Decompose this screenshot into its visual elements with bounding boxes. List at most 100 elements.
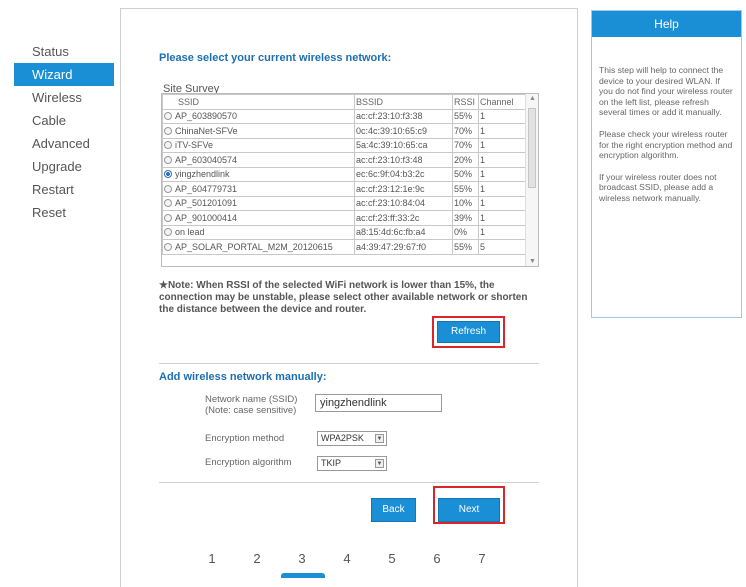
ssid-label-line1: Network name (SSID) xyxy=(205,394,298,405)
encryption-method-select[interactable]: WPA2PSK ▼ xyxy=(317,431,387,446)
ssid-cell-text: on lead xyxy=(175,227,205,238)
scroll-down-icon[interactable]: ▼ xyxy=(529,258,536,265)
nav-item-status[interactable]: Status xyxy=(14,40,114,63)
scroll-up-icon[interactable]: ▲ xyxy=(529,95,536,102)
channel-cell-text: 1 xyxy=(480,140,486,151)
network-radio[interactable] xyxy=(164,155,172,164)
network-radio[interactable] xyxy=(164,184,172,193)
bssid-cell: a4:39:47:29:67:f0 xyxy=(354,239,453,255)
bssid-cell: a8:15:4d:6c:fb:a4 xyxy=(354,224,453,240)
chevron-down-icon[interactable]: ▼ xyxy=(375,459,384,468)
rssi-cell: 55% xyxy=(452,239,479,255)
ssid-input[interactable] xyxy=(315,394,442,412)
bssid-cell: ac:cf:23:10:f3:48 xyxy=(354,152,453,168)
network-radio[interactable] xyxy=(164,242,172,251)
site-survey-table[interactable]: SSID BSSID RSSI Channel AP_603890570 ac:c… xyxy=(161,93,539,267)
ssid-cell[interactable]: AP_901000414 xyxy=(162,210,355,226)
table-row[interactable]: AP_603040574 ac:cf:23:10:f3:48 20% 1 xyxy=(162,152,528,168)
ssid-label: Network name (SSID) (Note: case sensitiv… xyxy=(205,394,297,416)
table-row[interactable]: on lead a8:15:4d:6c:fb:a4 0% 1 xyxy=(162,224,528,240)
network-radio[interactable] xyxy=(164,141,172,150)
bssid-cell-text: ac:cf:23:10:84:04 xyxy=(356,198,426,209)
refresh-button[interactable]: Refresh xyxy=(437,321,500,343)
nav-item-wizard[interactable]: Wizard xyxy=(14,63,114,86)
nav-item-wireless[interactable]: Wireless xyxy=(14,86,114,109)
table-row[interactable]: yingzhendlink ec:6c:9f:04:b3:2c 50% 1 xyxy=(162,166,528,182)
channel-cell-text: 1 xyxy=(480,169,486,180)
help-paragraph-2: Please check your wireless router for th… xyxy=(599,128,733,161)
rssi-cell-text: 0% xyxy=(454,227,468,238)
rssi-cell: 55% xyxy=(452,181,479,197)
bssid-cell: ac:cf:23:10:84:04 xyxy=(354,195,453,211)
ssid-cell[interactable]: ChinaNet-SFVe xyxy=(162,123,355,139)
nav-item-upgrade[interactable]: Upgrade xyxy=(14,155,114,178)
ssid-cell-text: AP_603040574 xyxy=(175,154,238,165)
table-row[interactable]: AP_901000414 ac:cf:23:ff:33:2c 39% 1 xyxy=(162,210,528,226)
rssi-cell-text: 55% xyxy=(454,111,473,122)
help-body: This step will help to connect the devic… xyxy=(592,37,741,204)
network-table: SSID BSSID RSSI Channel AP_603890570 ac:c… xyxy=(162,94,528,255)
ssid-cell-text: ChinaNet-SFVe xyxy=(175,125,238,136)
channel-cell: 1 xyxy=(478,210,528,226)
channel-cell: 1 xyxy=(478,108,528,124)
chevron-down-icon[interactable]: ▼ xyxy=(375,434,384,443)
ssid-cell-text: AP_SOLAR_PORTAL_M2M_20120615 xyxy=(175,241,333,252)
rssi-cell: 10% xyxy=(452,195,479,211)
help-paragraph-1: This step will help to connect the devic… xyxy=(599,65,733,118)
table-header-row: SSID BSSID RSSI Channel xyxy=(162,94,528,110)
ssid-cell[interactable]: iTV-SFVe xyxy=(162,137,355,153)
channel-cell: 1 xyxy=(478,224,528,240)
next-button[interactable]: Next xyxy=(438,498,500,522)
back-button[interactable]: Back xyxy=(371,498,416,522)
select-network-title: Please select your current wireless netw… xyxy=(159,52,392,64)
channel-cell-text: 1 xyxy=(480,198,486,209)
encryption-algorithm-label: Encryption algorithm xyxy=(205,457,292,468)
table-scrollbar[interactable]: ▲ ▼ xyxy=(525,94,538,266)
nav-item-restart[interactable]: Restart xyxy=(14,178,114,201)
table-row[interactable]: ChinaNet-SFVe 0c:4c:39:10:65:c9 70% 1 xyxy=(162,123,528,139)
table-row[interactable]: iTV-SFVe 5a:4c:39:10:65:ca 70% 1 xyxy=(162,137,528,153)
step-7: 7 xyxy=(478,551,486,566)
bssid-cell-text: ac:cf:23:ff:33:2c xyxy=(356,212,420,223)
rssi-note: ★Note: When RSSI of the selected WiFi ne… xyxy=(159,280,528,315)
nav-item-advanced[interactable]: Advanced xyxy=(14,132,114,155)
add-network-title: Add wireless network manually: xyxy=(159,371,327,383)
encryption-method-value: WPA2PSK xyxy=(321,433,364,443)
ssid-cell[interactable]: AP_501201091 xyxy=(162,195,355,211)
ssid-cell[interactable]: on lead xyxy=(162,224,355,240)
column-header-rssi: RSSI xyxy=(452,94,479,110)
network-radio[interactable] xyxy=(164,213,172,222)
network-radio[interactable] xyxy=(164,170,172,179)
help-paragraph-3: If your wireless router does not broadca… xyxy=(599,171,717,203)
nav-item-cable[interactable]: Cable xyxy=(14,109,114,132)
network-radio[interactable] xyxy=(164,126,172,135)
table-row[interactable]: AP_501201091 ac:cf:23:10:84:04 10% 1 xyxy=(162,195,528,211)
ssid-cell[interactable]: AP_603890570 xyxy=(162,108,355,124)
ssid-cell[interactable]: yingzhendlink xyxy=(162,166,355,182)
ssid-cell-text: AP_603890570 xyxy=(175,111,238,122)
rssi-cell: 55% xyxy=(452,108,479,124)
step-2: 2 xyxy=(253,551,261,566)
table-row[interactable]: AP_603890570 ac:cf:23:10:f3:38 55% 1 xyxy=(162,108,528,124)
rssi-cell-text: 10% xyxy=(454,198,473,209)
scrollbar-thumb[interactable] xyxy=(528,108,536,188)
bssid-cell: 0c:4c:39:10:65:c9 xyxy=(354,123,453,139)
ssid-cell[interactable]: AP_603040574 xyxy=(162,152,355,168)
network-radio[interactable] xyxy=(164,228,172,237)
table-row[interactable]: AP_604779731 ac:cf:23:12:1e:9c 55% 1 xyxy=(162,181,528,197)
ssid-cell[interactable]: AP_604779731 xyxy=(162,181,355,197)
network-radio[interactable] xyxy=(164,112,172,121)
ssid-cell[interactable]: AP_SOLAR_PORTAL_M2M_20120615 xyxy=(162,239,355,255)
bssid-cell-text: a4:39:47:29:67:f0 xyxy=(356,241,427,252)
encryption-algorithm-select[interactable]: TKIP ▼ xyxy=(317,456,387,471)
bssid-cell-text: ac:cf:23:12:1e:9c xyxy=(356,183,425,194)
channel-cell-text: 1 xyxy=(480,227,486,238)
nav-item-reset[interactable]: Reset xyxy=(14,201,114,224)
step-1: 1 xyxy=(208,551,216,566)
rssi-cell: 70% xyxy=(452,137,479,153)
encryption-algorithm-value: TKIP xyxy=(321,458,342,468)
bssid-cell-text: ec:6c:9f:04:b3:2c xyxy=(356,169,425,180)
table-row[interactable]: AP_SOLAR_PORTAL_M2M_20120615 a4:39:47:29:… xyxy=(162,239,528,255)
network-radio[interactable] xyxy=(164,199,172,208)
step-3: 3 xyxy=(298,551,306,566)
